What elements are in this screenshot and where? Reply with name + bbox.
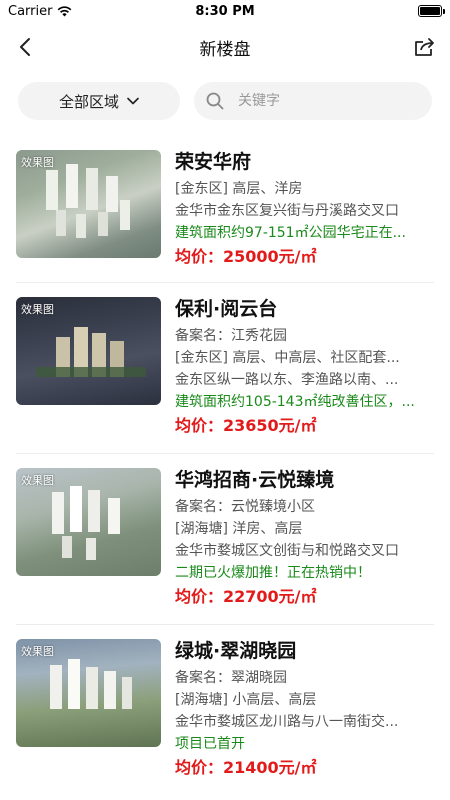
share-button[interactable] <box>412 34 438 60</box>
listing-info: 保利·阅云台 备案名：江秀花园 [金东区] 高层、中高层、社区配套... 金东区… <box>175 297 434 453</box>
region-select[interactable]: 全部区域 <box>18 82 180 120</box>
price-value: 23650元/㎡ <box>223 416 317 435</box>
page-title: 新楼盘 <box>199 39 251 60</box>
region-select-label: 全部区域 <box>58 92 119 111</box>
listing-line: [金东区] 高层、洋房 <box>175 181 303 197</box>
filter-bar: 全部区域 <box>0 72 450 130</box>
listing-promo: 项目已首开 <box>175 736 245 752</box>
back-button[interactable] <box>12 34 38 60</box>
listing-line: 金华市婺城区龙川路与八一南街交... <box>175 714 399 730</box>
rendering-image: 效果图 <box>16 150 161 258</box>
listing-list: 效果图 荣安华府 [金东区] 高层、洋房 金华市金东区复兴街与丹溪路交叉口 建筑… <box>0 136 450 800</box>
wifi-icon <box>58 5 72 16</box>
listing-line: 备案名：翠湖晓园 <box>175 670 287 686</box>
listing-line: [湖海塘] 小高层、高层 <box>175 692 317 708</box>
battery-icon <box>418 5 445 17</box>
chevron-down-icon <box>127 97 139 105</box>
chevron-left-icon <box>20 38 30 56</box>
listing-line: 备案名：云悦臻境小区 <box>175 499 315 515</box>
status-bar: Carrier 8:30 PM <box>0 0 450 22</box>
listing-line: 金东区纵一路以东、李渔路以南、... <box>175 372 399 388</box>
listing-info: 绿城·翠湖晓园 备案名：翠湖晓园 [湖海塘] 小高层、高层 金华市婺城区龙川路与… <box>175 639 434 795</box>
image-badge: 效果图 <box>21 303 54 316</box>
listing-info: 华鸿招商·云悦臻境 备案名：云悦臻境小区 [湖海塘] 洋房、高层 金华市婺城区文… <box>175 468 434 624</box>
listing-name: 华鸿招商·云悦臻境 <box>175 469 335 491</box>
share-icon <box>415 38 434 56</box>
rendering-image: 效果图 <box>16 639 161 747</box>
list-item[interactable]: 效果图 荣安华府 [金东区] 高层、洋房 金华市金东区复兴街与丹溪路交叉口 建筑… <box>0 136 450 282</box>
listing-promo: 建筑面积约97-151㎡公园华宅正在... <box>175 225 406 241</box>
search-box[interactable] <box>194 82 432 120</box>
list-item[interactable]: 效果图 绿城·翠湖晓园 备案名：翠湖晓园 [湖海塘] 小高层、高层 金华市婺城区… <box>0 625 450 795</box>
nav-bar: 新楼盘 <box>0 22 450 72</box>
list-item[interactable]: 效果图 保利·阅云台 备案名：江秀花园 [金东区] 高层、中高层、社区配套...… <box>0 283 450 453</box>
search-input[interactable] <box>238 93 388 109</box>
listing-promo: 建筑面积约105-143㎡纯改善住区，... <box>175 394 415 410</box>
listing-name: 荣安华府 <box>175 151 252 173</box>
listing-info: 荣安华府 [金东区] 高层、洋房 金华市金东区复兴街与丹溪路交叉口 建筑面积约9… <box>175 150 434 282</box>
list-item[interactable]: 效果图 华鸿招商·云悦臻境 备案名：云悦臻境小区 [湖海塘] 洋房、高层 金华市… <box>0 454 450 624</box>
listing-price: 均价：25000元/㎡ <box>175 246 434 268</box>
price-prefix: 均价： <box>175 247 224 266</box>
rendering-image: 效果图 <box>16 468 161 576</box>
image-badge: 效果图 <box>21 474 54 487</box>
image-badge: 效果图 <box>21 645 54 658</box>
listing-line: [金东区] 高层、中高层、社区配套... <box>175 350 400 366</box>
listing-price: 均价：22700元/㎡ <box>175 586 434 608</box>
rendering-image: 效果图 <box>16 297 161 405</box>
listing-name: 保利·阅云台 <box>175 298 278 320</box>
status-left: Carrier <box>8 4 72 19</box>
price-prefix: 均价： <box>175 416 224 435</box>
image-badge: 效果图 <box>21 156 54 169</box>
listing-name: 绿城·翠湖晓园 <box>175 640 297 662</box>
listing-price: 均价：23650元/㎡ <box>175 415 434 437</box>
listing-line: 金华市金东区复兴街与丹溪路交叉口 <box>175 203 399 219</box>
listing-line: [湖海塘] 洋房、高层 <box>175 521 303 537</box>
price-prefix: 均价： <box>175 587 224 606</box>
listing-line: 备案名：江秀花园 <box>175 328 287 344</box>
listing-price: 均价：21400元/㎡ <box>175 757 434 779</box>
price-value: 22700元/㎡ <box>223 587 317 606</box>
price-value: 25000元/㎡ <box>223 247 317 266</box>
price-prefix: 均价： <box>175 758 224 777</box>
search-icon <box>206 92 224 110</box>
carrier-label: Carrier <box>8 3 53 19</box>
listing-promo: 二期已火爆加推！正在热销中！ <box>175 565 371 581</box>
price-value: 21400元/㎡ <box>223 758 317 777</box>
listing-line: 金华市婺城区文创街与和悦路交叉口 <box>175 543 399 559</box>
